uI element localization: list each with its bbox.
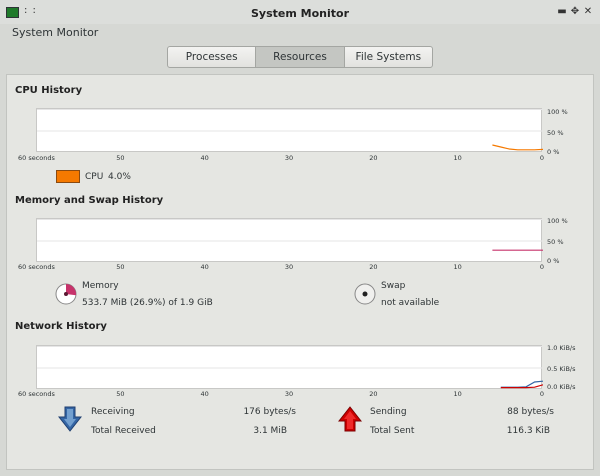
network-xtick: 10 <box>453 390 462 398</box>
network-series-line-1 <box>500 384 543 389</box>
network-xtick: 60 seconds <box>18 390 55 398</box>
tab-file-systems[interactable]: File Systems <box>343 46 433 68</box>
cpu-legend-value: 4.0% <box>108 172 131 182</box>
network-section-title: Network History <box>15 321 107 332</box>
network-ytick-05: 0.5 KiB/s <box>547 365 576 373</box>
memory-xtick: 40 <box>200 263 209 271</box>
memory-pie-icon[interactable] <box>55 283 77 305</box>
maximize-icon[interactable]: ✥ <box>569 6 581 17</box>
cpu-xtick: 0 <box>539 154 545 162</box>
network-xtick: 20 <box>369 390 378 398</box>
memory-xtick: 20 <box>369 263 378 271</box>
close-icon[interactable]: ✕ <box>582 6 594 17</box>
cpu-xtick: 20 <box>369 154 378 162</box>
memory-label: Memory <box>82 281 119 291</box>
cpu-ytick-100: 100 % <box>547 108 568 116</box>
swap-label: Swap <box>381 281 406 291</box>
cpu-color-swatch[interactable] <box>56 170 80 183</box>
title-bar: : : System Monitor ▬ ✥ ✕ <box>0 0 600 24</box>
memory-plot <box>37 219 543 251</box>
network-ytick-1: 1.0 KiB/s <box>547 344 576 352</box>
memory-xtick: 10 <box>453 263 462 271</box>
memory-xtick: 60 seconds <box>18 263 55 271</box>
cpu-ytick-50: 50 % <box>547 129 564 137</box>
total-received-value: 3.1 MiB <box>253 426 287 436</box>
sending-arrow-icon[interactable] <box>338 406 362 432</box>
receiving-arrow-icon[interactable] <box>58 406 82 432</box>
memory-ytick-0: 0 % <box>547 257 560 265</box>
swap-value: not available <box>381 298 440 308</box>
sending-value: 88 bytes/s <box>507 407 554 417</box>
memory-value: 533.7 MiB (26.9%) of 1.9 GiB <box>82 298 213 308</box>
cpu-series-line-0 <box>492 144 543 151</box>
memory-xtick: 50 <box>116 263 125 271</box>
network-xtick: 40 <box>200 390 209 398</box>
memory-xtick: 30 <box>284 263 294 271</box>
tab-bar: Processes Resources File Systems <box>167 46 433 68</box>
receiving-label: Receiving <box>91 407 135 417</box>
cpu-xtick: 60 seconds <box>18 154 55 162</box>
receiving-value: 176 bytes/s <box>243 407 296 417</box>
total-received-label: Total Received <box>91 426 156 436</box>
network-graph <box>36 345 543 389</box>
memory-graph <box>36 218 543 262</box>
network-ytick-0: 0.0 KiB/s <box>547 383 576 391</box>
memory-ytick-100: 100 % <box>547 217 568 225</box>
cpu-xtick: 50 <box>116 154 125 162</box>
cpu-section-title: CPU History <box>15 85 83 96</box>
memory-xtick: 0 <box>539 263 545 271</box>
cpu-xtick: 30 <box>284 154 294 162</box>
cpu-legend-name: CPU <box>85 172 104 182</box>
header-label: System Monitor <box>12 26 99 39</box>
cpu-plot <box>37 109 543 151</box>
cpu-xtick: 40 <box>200 154 209 162</box>
tab-processes[interactable]: Processes <box>167 46 257 68</box>
total-sent-label: Total Sent <box>370 426 415 436</box>
network-xtick: 50 <box>116 390 125 398</box>
network-xtick: 0 <box>539 390 545 398</box>
swap-pie-icon[interactable] <box>354 283 376 305</box>
network-plot <box>37 346 543 389</box>
memory-ytick-50: 50 % <box>547 238 564 246</box>
minimize-icon[interactable]: ▬ <box>556 6 568 17</box>
window-title: System Monitor <box>251 7 349 20</box>
cpu-graph <box>36 108 543 152</box>
cpu-ytick-0: 0 % <box>547 148 560 156</box>
memory-section-title: Memory and Swap History <box>15 195 164 206</box>
network-xtick: 30 <box>284 390 294 398</box>
cpu-xtick: 10 <box>453 154 462 162</box>
total-sent-value: 116.3 KiB <box>506 426 550 436</box>
sending-label: Sending <box>370 407 407 417</box>
tab-resources[interactable]: Resources <box>255 46 345 68</box>
